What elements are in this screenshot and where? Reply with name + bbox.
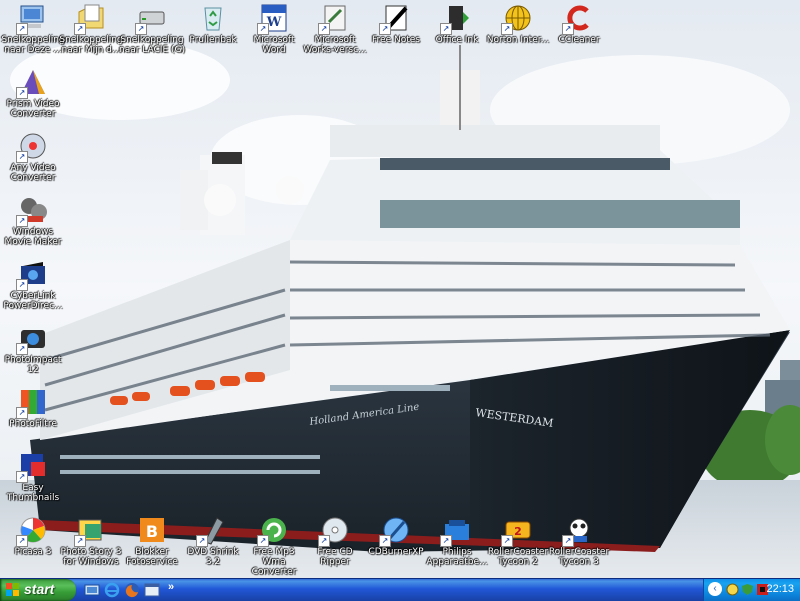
- recycle-bin-icon: [204, 7, 222, 31]
- desktop-icon-label: Photo Story 3 for Windows: [60, 547, 122, 567]
- desktop-icon-label: Picasa 3: [14, 547, 52, 557]
- desktop-icon-ccleaner[interactable]: ↗ CCleaner: [546, 2, 612, 45]
- desktop[interactable]: WESTERDAM Holland America Line ↗ Snelkop…: [0, 0, 800, 578]
- desktop-icon-label: CDBurnerXP: [368, 547, 424, 557]
- start-label: start: [24, 581, 55, 597]
- system-tray: ‹ 22:13: [703, 579, 800, 601]
- desktop-icon-prullenbak[interactable]: Prullenbak: [180, 2, 246, 45]
- svg-text:B: B: [146, 522, 158, 541]
- desktop-icon-label: Norton Inter...: [486, 35, 550, 45]
- start-button[interactable]: start: [0, 579, 76, 601]
- quicklaunch-firefox[interactable]: [124, 582, 140, 598]
- svg-text:2: 2: [514, 525, 522, 538]
- desktop-icon-deze-computer[interactable]: ↗ Snelkoppeling naar Deze ...: [0, 2, 66, 55]
- firefox-icon: [125, 583, 139, 598]
- desktop-icon-prism[interactable]: ↗ Prism Video Converter: [0, 66, 66, 119]
- desktop-icon-powerdirector[interactable]: ↗ CyberLink PowerDirec...: [0, 258, 66, 311]
- desktop-icon-label: Any Video Converter: [10, 163, 56, 183]
- desktop-icon-label: Office Ink: [435, 35, 479, 45]
- blokker-icon: B: [140, 518, 164, 542]
- desktop-icon-label: CyberLink PowerDirec...: [3, 291, 63, 311]
- desktop-icon-free-notes[interactable]: ↗ Free Notes: [363, 2, 429, 45]
- desktop-icon-label: Free Mp3 Wma Converter: [251, 547, 297, 577]
- desktop-icon-photofiltre[interactable]: ↗ PhotoFiltre: [0, 386, 66, 429]
- desktop-icon-mp3-converter[interactable]: ↗ Free Mp3 Wma Converter: [241, 514, 307, 577]
- clock[interactable]: 22:13: [766, 583, 794, 595]
- internet-explorer-icon: [104, 582, 120, 598]
- desktop-icon-label: Microsoft Word: [253, 35, 295, 55]
- desktop-icon-norton[interactable]: ↗ Norton Inter...: [485, 2, 551, 45]
- desktop-icon-cdburnerxp[interactable]: ↗ CDBurnerXP: [363, 514, 429, 557]
- desktop-icon-dvd-shrink[interactable]: ↗ DVD Shrink 3.2: [180, 514, 246, 567]
- desktop-icon-label: Microsoft Works-versc...: [303, 35, 367, 55]
- desktop-icon-label: RollerCoaster Tycoon 2: [487, 547, 549, 567]
- desktop-icon-label: PhotoImpact 12: [4, 355, 62, 375]
- window-app-icon: [144, 583, 160, 597]
- desktop-icon-label: PhotoFiltre: [9, 419, 57, 429]
- quicklaunch-show-desktop[interactable]: [84, 582, 100, 598]
- wallpaper-cruise-ship: WESTERDAM Holland America Line: [0, 0, 800, 578]
- desktop-icon-easy-thumbnails[interactable]: ↗ Easy Thumbnails: [0, 450, 66, 503]
- desktop-icon-label: Snelkoppeling naar Deze ...: [1, 35, 65, 55]
- security-shield-icon: [742, 584, 753, 595]
- desktop-icon-mijn-documenten[interactable]: ↗ Snelkoppeling naar Mijn d...: [58, 2, 124, 55]
- desktop-icon-lacie-drive[interactable]: ↗ Snelkoppeling naar LACIE (G): [119, 2, 185, 55]
- desktop-icon-cd-ripper[interactable]: ↗ Free CD Ripper: [302, 514, 368, 567]
- desktop-icon-label: Prism Video Converter: [6, 99, 60, 119]
- desktop-icon-movie-maker[interactable]: ↗ Windows Movie Maker: [0, 194, 66, 247]
- desktop-icon-blokker[interactable]: B Blokker Fotoservice: [119, 514, 185, 567]
- desktop-icon-label: Philips Apparaatbe...: [426, 547, 488, 567]
- desktop-icon-picasa[interactable]: ↗ Picasa 3: [0, 514, 66, 557]
- desktop-icon-any-video[interactable]: ↗ Any Video Converter: [0, 130, 66, 183]
- desktop-icon-rct3[interactable]: ↗ RollerCoaster Tycoon 3: [546, 514, 612, 567]
- desktop-icon-label: Free Notes: [372, 35, 420, 45]
- desktop-icon-label: Windows Movie Maker: [4, 227, 62, 247]
- desktop-icon-microsoft-works[interactable]: ↗ Microsoft Works-versc...: [302, 2, 368, 55]
- desktop-icon-philips[interactable]: ↗ Philips Apparaatbe...: [424, 514, 490, 567]
- show-desktop-icon: [84, 584, 100, 596]
- desktop-icon-label: Snelkoppeling naar Mijn d...: [59, 35, 123, 55]
- tray-item-security[interactable]: [741, 583, 754, 596]
- desktop-icon-label: RollerCoaster Tycoon 3: [548, 547, 610, 567]
- quicklaunch-internet-explorer[interactable]: [104, 582, 120, 598]
- desktop-icon-label: Snelkoppeling naar LACIE (G): [119, 35, 185, 55]
- tray-collapse-button[interactable]: ‹: [708, 582, 722, 596]
- desktop-icon-microsoft-word[interactable]: W ↗ Microsoft Word: [241, 2, 307, 55]
- desktop-icon-label: Prullenbak: [189, 35, 237, 45]
- tray-item-network[interactable]: [726, 583, 739, 596]
- network-icon: [726, 583, 739, 596]
- taskbar: start » ‹ 22:13: [0, 578, 800, 601]
- quicklaunch-app[interactable]: [144, 582, 160, 598]
- desktop-icon-label: DVD Shrink 3.2: [187, 547, 239, 567]
- desktop-icon-label: Blokker Fotoservice: [126, 547, 178, 567]
- desktop-icon-label: Free CD Ripper: [317, 547, 353, 567]
- desktop-icon-office-ink[interactable]: ↗ Office Ink: [424, 2, 490, 45]
- desktop-icon-photo-story[interactable]: ↗ Photo Story 3 for Windows: [58, 514, 124, 567]
- windows-logo-icon: [6, 583, 19, 596]
- quicklaunch-more-button[interactable]: »: [168, 581, 174, 593]
- desktop-icon-label: Easy Thumbnails: [6, 483, 60, 503]
- desktop-icon-rct2[interactable]: 2 ↗ RollerCoaster Tycoon 2: [485, 514, 551, 567]
- desktop-icon-label: CCleaner: [558, 35, 600, 45]
- desktop-icon-photoimpact[interactable]: ↗ PhotoImpact 12: [0, 322, 66, 375]
